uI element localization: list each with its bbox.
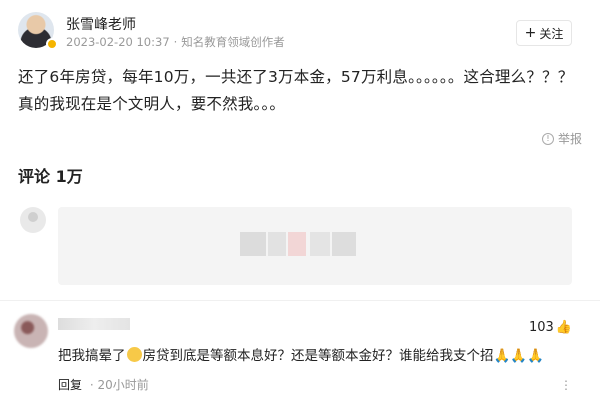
footer-separator: · bbox=[89, 378, 94, 392]
verified-badge-icon bbox=[46, 38, 58, 50]
blurred-text-block bbox=[288, 232, 306, 256]
blurred-text-block bbox=[310, 232, 330, 256]
comments-title: 评论 1万 bbox=[18, 167, 83, 186]
dizzy-face-icon bbox=[126, 347, 142, 362]
like-count: 103 bbox=[528, 320, 554, 335]
comment-text-start: 把我搞晕了 bbox=[58, 348, 126, 364]
comment-footer: 回复 · 20小时前 bbox=[58, 376, 149, 393]
comment-text: 把我搞晕了 房贷到底是等额本息好？还是等额本金好？谁能给我支个招🙏🙏🙏 bbox=[58, 344, 544, 364]
plus-icon: + bbox=[524, 25, 537, 41]
warning-icon: ! bbox=[541, 132, 554, 145]
meta-separator: · bbox=[173, 35, 178, 49]
placeholder-avatar bbox=[20, 207, 46, 233]
post-body: 还了6年房贷，每年10万，一共还了3万本金，57万利息。。。。。。这合理么？？？… bbox=[18, 64, 588, 118]
like-button[interactable]: 103 👍 bbox=[529, 320, 572, 335]
post-date: 2023-02-20 10:37 bbox=[66, 35, 170, 49]
post-text-line-2: 真的我现在是个文明人，要不然我。。。 bbox=[18, 95, 286, 113]
report-button[interactable]: ! 举报 bbox=[541, 130, 582, 147]
author-name[interactable]: 张雪峰老师 bbox=[66, 14, 136, 34]
blurred-text-block bbox=[332, 232, 356, 256]
report-label: 举报 bbox=[557, 132, 582, 146]
divider bbox=[0, 300, 600, 301]
follow-button[interactable]: + 关注 bbox=[516, 20, 572, 46]
author-title: 知名教育领域创作者 bbox=[181, 35, 285, 49]
more-icon[interactable]: ⋮ bbox=[560, 378, 572, 392]
comment-text-end: 房贷到底是等额本息好？还是等额本金好？谁能给我支个招 bbox=[142, 348, 494, 364]
post-text-line-1: 还了6年房贷，每年10万，一共还了3万本金，57万利息。。。。。。这合理么？？？ bbox=[18, 68, 574, 86]
post-header: 张雪峰老师 2023-02-20 10:37 · 知名教育领域创作者 + 关注 bbox=[18, 12, 582, 54]
commenter-avatar[interactable] bbox=[14, 314, 48, 348]
comment-time: 20小时前 bbox=[97, 378, 149, 392]
post-meta: 2023-02-20 10:37 · 知名教育领域创作者 bbox=[66, 34, 285, 50]
commenter-name-blurred[interactable] bbox=[58, 318, 130, 330]
praying-hands-icon: 🙏🙏🙏 bbox=[493, 348, 544, 364]
follow-label: 关注 bbox=[539, 26, 564, 41]
blurred-text-block bbox=[240, 232, 266, 256]
thumbs-up-icon: 👍 bbox=[555, 320, 572, 335]
blurred-text-block bbox=[268, 232, 286, 256]
reply-button[interactable]: 回复 bbox=[58, 378, 82, 392]
